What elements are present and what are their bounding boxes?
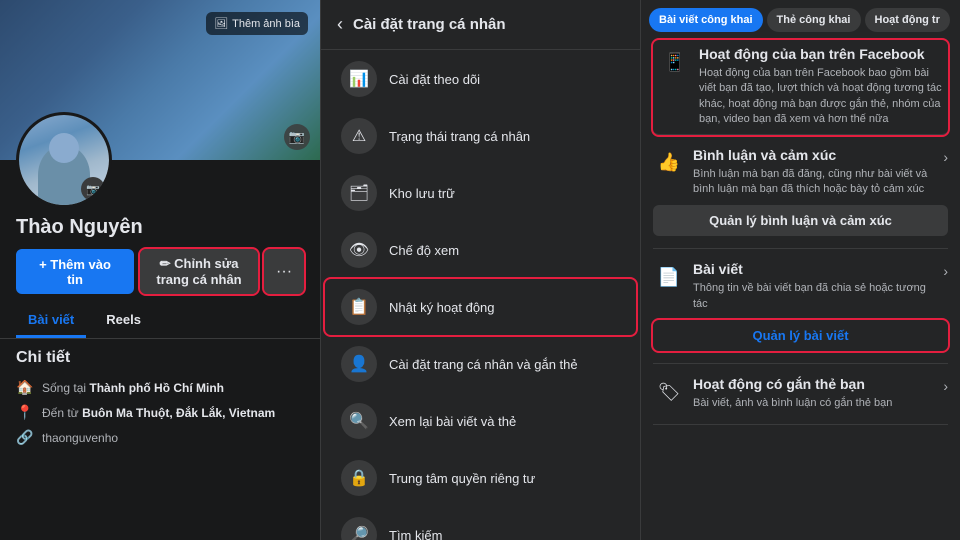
- settings-panel: ‹ Cài đặt trang cá nhân 📊 Cài đặt theo d…: [320, 0, 640, 540]
- settings-icon-5: 👤: [341, 346, 377, 382]
- tab-reels[interactable]: Reels: [94, 304, 153, 338]
- settings-icon-3: 👁: [341, 232, 377, 268]
- activity-panel: Bài viết công khai Thẻ công khai Hoạt độ…: [640, 0, 960, 540]
- section-header-1[interactable]: 👍 Bình luận và cảm xúc Bình luận mà bạn …: [653, 147, 948, 198]
- back-button[interactable]: ‹: [337, 14, 343, 35]
- section-title-1: Bình luận và cảm xúc: [693, 147, 943, 163]
- tab-activity[interactable]: Hoạt động tr: [865, 8, 950, 32]
- tab-public-posts[interactable]: Bài viết công khai: [649, 8, 763, 32]
- manage-comments-button[interactable]: Quản lý bình luận và cảm xúc: [653, 205, 948, 236]
- chevron-down-icon-1: ›: [943, 149, 948, 165]
- settings-header: ‹ Cài đặt trang cá nhân: [321, 0, 640, 50]
- settings-icon-7: 🔒: [341, 460, 377, 496]
- settings-label-2: Kho lưu trữ: [389, 186, 455, 201]
- settings-item-0[interactable]: 📊 Cài đặt theo dõi: [325, 51, 636, 107]
- section-title-0: Hoạt động của bạn trên Facebook: [699, 46, 942, 62]
- section-text-1: Bình luận và cảm xúc Bình luận mà bạn đã…: [693, 147, 943, 198]
- section-title-3: Hoạt động có gắn thẻ bạn: [693, 376, 892, 392]
- section-row-3: 🏷 Hoạt động có gắn thẻ bạn Bài viết, ảnh…: [653, 376, 892, 411]
- posts-icon: 📄: [653, 261, 685, 293]
- detail-city: 🏠 Sống tại Thành phố Hồ Chí Minh: [16, 375, 304, 400]
- details-title: Chi tiết: [16, 349, 304, 367]
- section-header-2[interactable]: 📄 Bài viết Thông tin về bài viết bạn đã …: [653, 261, 948, 312]
- activity-tabs: Bài viết công khai Thẻ công khai Hoạt độ…: [641, 0, 960, 32]
- section-desc-2: Thông tin về bài viết bạn đã chia sẻ hoặ…: [693, 281, 943, 312]
- add-cover-label: Thêm ảnh bìa: [232, 18, 300, 30]
- settings-label-0: Cài đặt theo dõi: [389, 72, 480, 87]
- settings-label-3: Chế độ xem: [389, 243, 459, 258]
- comments-icon: 👍: [653, 147, 685, 179]
- settings-item-7[interactable]: 🔒 Trung tâm quyền riêng tư: [325, 450, 636, 506]
- profile-name-area: Thào Nguyên: [0, 208, 320, 239]
- settings-item-3[interactable]: 👁 Chế độ xem: [325, 222, 636, 278]
- settings-item-4[interactable]: 📋 Nhật ký hoạt động: [325, 279, 636, 335]
- activity-section-facebook-activity: 📱 Hoạt động của bạn trên Facebook Hoạt đ…: [653, 40, 948, 135]
- settings-icon-1: ⚠: [341, 118, 377, 154]
- section-title-2: Bài viết: [693, 261, 943, 277]
- section-row-2: 📄 Bài viết Thông tin về bài viết bạn đã …: [653, 261, 943, 312]
- section-row-1: 👍 Bình luận và cảm xúc Bình luận mà bạn …: [653, 147, 943, 198]
- add-cover-photo-button[interactable]: 🖼 Thêm ảnh bìa: [206, 12, 308, 35]
- settings-icon-8: 🔎: [341, 517, 377, 540]
- facebook-activity-icon: 📱: [659, 46, 691, 78]
- section-desc-3: Bài viết, ảnh và bình luận có gắn thẻ bạ…: [693, 396, 892, 411]
- edit-profile-button[interactable]: ✏ Chỉnh sửa trang cá nhân: [140, 249, 258, 294]
- tab-public-tags[interactable]: Thẻ công khai: [767, 8, 861, 32]
- settings-label-5: Cài đặt trang cá nhân và gắn thẻ: [389, 357, 578, 372]
- activity-section-comments: 👍 Bình luận và cảm xúc Bình luận mà bạn …: [653, 147, 948, 250]
- section-desc-1: Bình luận mà bạn đã đăng, cũng như bài v…: [693, 167, 943, 198]
- profile-name: Thào Nguyên: [16, 216, 304, 239]
- settings-label-8: Tìm kiếm: [389, 528, 442, 540]
- more-options-button[interactable]: ···: [264, 249, 304, 294]
- profile-panel: 🖼 Thêm ảnh bìa 📷 📷 Thào Nguyên + Thêm và…: [0, 0, 320, 540]
- profile-tabs: Bài viết Reels: [0, 304, 320, 339]
- section-text-3: Hoạt động có gắn thẻ bạn Bài viết, ảnh v…: [693, 376, 892, 411]
- settings-icon-0: 📊: [341, 61, 377, 97]
- link-icon: 🔗: [16, 429, 34, 446]
- section-text-2: Bài viết Thông tin về bài viết bạn đã ch…: [693, 261, 943, 312]
- settings-title: Cài đặt trang cá nhân: [353, 16, 506, 33]
- section-text-0: Hoạt động của bạn trên Facebook Hoạt độn…: [699, 46, 942, 128]
- settings-item-1[interactable]: ⚠ Trạng thái trang cá nhân: [325, 108, 636, 164]
- settings-label-6: Xem lại bài viết và thẻ: [389, 414, 516, 429]
- activity-content: 📱 Hoạt động của bạn trên Facebook Hoạt đ…: [641, 32, 960, 522]
- tab-posts[interactable]: Bài viết: [16, 304, 86, 338]
- avatar: 📷: [16, 112, 112, 208]
- activity-section-posts: 📄 Bài viết Thông tin về bài viết bạn đã …: [653, 261, 948, 364]
- add-friend-button[interactable]: + Thêm vào tin: [16, 249, 134, 294]
- settings-icon-2: 🗂: [341, 175, 377, 211]
- chevron-down-icon-2: ›: [943, 263, 948, 279]
- image-icon: 🖼: [214, 17, 228, 30]
- settings-label-4: Nhật ký hoạt động: [389, 300, 495, 315]
- detail-link: 🔗 thaonguvenho: [16, 425, 304, 450]
- location-icon: 📍: [16, 404, 34, 421]
- section-desc-0: Hoạt động của bạn trên Facebook bao gồm …: [699, 66, 942, 128]
- manage-posts-button[interactable]: Quản lý bài viết: [653, 320, 948, 351]
- settings-item-5[interactable]: 👤 Cài đặt trang cá nhân và gắn thẻ: [325, 336, 636, 392]
- section-header-3[interactable]: 🏷 Hoạt động có gắn thẻ bạn Bài viết, ảnh…: [653, 376, 948, 411]
- settings-item-6[interactable]: 🔍 Xem lại bài viết và thẻ: [325, 393, 636, 449]
- avatar-camera-icon[interactable]: 📷: [81, 177, 105, 201]
- settings-icon-6: 🔍: [341, 403, 377, 439]
- profile-details: Chi tiết 🏠 Sống tại Thành phố Hồ Chí Min…: [0, 339, 320, 460]
- section-row-0: 📱 Hoạt động của bạn trên Facebook Hoạt đ…: [659, 46, 942, 128]
- settings-label-1: Trạng thái trang cá nhân: [389, 129, 530, 144]
- home-icon: 🏠: [16, 379, 34, 396]
- settings-label-7: Trung tâm quyền riêng tư: [389, 471, 535, 486]
- cover-camera-icon[interactable]: 📷: [284, 124, 310, 150]
- tags-icon: 🏷: [653, 376, 685, 408]
- settings-icon-4: 📋: [341, 289, 377, 325]
- activity-section-tags: 🏷 Hoạt động có gắn thẻ bạn Bài viết, ảnh…: [653, 376, 948, 424]
- chevron-down-icon-3: ›: [943, 378, 948, 394]
- profile-actions: + Thêm vào tin ✏ Chỉnh sửa trang cá nhân…: [0, 239, 320, 304]
- settings-item-2[interactable]: 🗂 Kho lưu trữ: [325, 165, 636, 221]
- settings-item-8[interactable]: 🔎 Tìm kiếm: [325, 507, 636, 540]
- detail-hometown: 📍 Đến từ Buôn Ma Thuột, Đắk Lắk, Vietnam: [16, 400, 304, 425]
